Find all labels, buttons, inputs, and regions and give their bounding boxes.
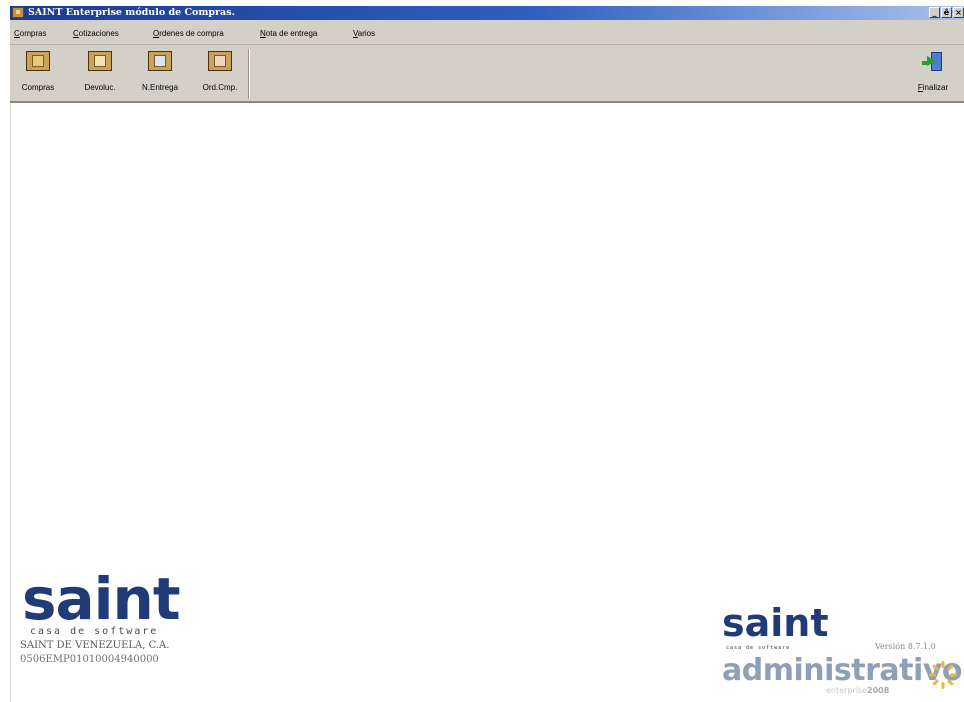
exit-arrow-head (927, 56, 936, 66)
saint-logo: saint (22, 565, 181, 633)
devoluciones-icon (88, 51, 112, 71)
nota-entrega-button-label: N.Entrega (141, 83, 179, 92)
edition-label: enterprise2008 (826, 686, 889, 695)
compras-button-label: Compras (21, 83, 55, 92)
saint-logo-small: saint (722, 601, 829, 645)
devoluciones-button-label: Devoluc. (84, 83, 116, 92)
orden-compra-icon (208, 51, 232, 71)
minimize-button[interactable]: _ (929, 7, 940, 18)
finalizar-button-label: Finalizar (908, 83, 958, 92)
window-title: SAINT Enterprise módulo de Compras. (28, 7, 235, 18)
menu-cotizaciones-label: otizaciones (78, 29, 119, 38)
finalizar-button[interactable]: Finalizar (908, 47, 958, 99)
exit-icon (922, 51, 944, 73)
menu-nota-de-entrega[interactable]: Nota de entrega (260, 29, 317, 38)
menu-nota-label: ota de entrega (265, 29, 318, 38)
edition-name: enterprise (826, 686, 868, 695)
toolbar-separator (248, 49, 250, 99)
title-bar[interactable]: SAINT Enterprise módulo de Compras. _ ê … (10, 6, 964, 20)
menu-compras[interactable]: Compras (14, 29, 46, 38)
menu-bar: Compras Cotizaciones Ordenes de compra N… (10, 20, 964, 45)
saint-tagline-small: casa de software (726, 645, 791, 651)
restore-button[interactable]: ê (941, 7, 952, 18)
saint-branding-right: saint casa de software Versión 8.7.1.0 a… (722, 604, 962, 700)
menu-compras-label: ompras (19, 29, 47, 38)
menu-varios-label: arios (357, 29, 376, 38)
compras-icon (26, 51, 50, 71)
menu-varios[interactable]: Varios (353, 29, 375, 38)
toolbar: Compras Devoluc. N.Entrega Ord.Cmp. Fina… (10, 45, 964, 103)
app-icon[interactable] (12, 7, 24, 18)
orden-compra-button-label: Ord.Cmp. (202, 83, 238, 92)
nota-entrega-icon (148, 51, 172, 71)
finalizar-label-rest: inalizar (922, 83, 949, 92)
company-name: SAINT DE VENEZUELA, C.A. (20, 640, 170, 651)
version-label: Versión 8.7.1.0 (875, 642, 936, 651)
compras-button[interactable]: Compras (12, 47, 64, 99)
edition-year: 2008 (867, 686, 890, 695)
window-controls: _ ê × (929, 7, 964, 19)
devoluciones-button[interactable]: Devoluc. (74, 47, 126, 99)
menu-ordenes-label: rdenes de compra (159, 29, 224, 38)
close-button[interactable]: × (953, 7, 964, 18)
menu-ordenes-de-compra[interactable]: Ordenes de compra (153, 29, 224, 38)
saint-branding-left: saint casa de software SAINT DE VENEZUEL… (20, 565, 242, 665)
saint-tagline: casa de software (30, 626, 159, 637)
sun-logo-icon (929, 661, 957, 689)
serial-number: 0506EMP01010004940000 (20, 654, 159, 665)
menu-cotizaciones[interactable]: Cotizaciones (73, 29, 119, 38)
orden-compra-button[interactable]: Ord.Cmp. (194, 47, 246, 99)
product-name: administrativo (722, 653, 962, 688)
nota-entrega-button[interactable]: N.Entrega (134, 47, 186, 99)
